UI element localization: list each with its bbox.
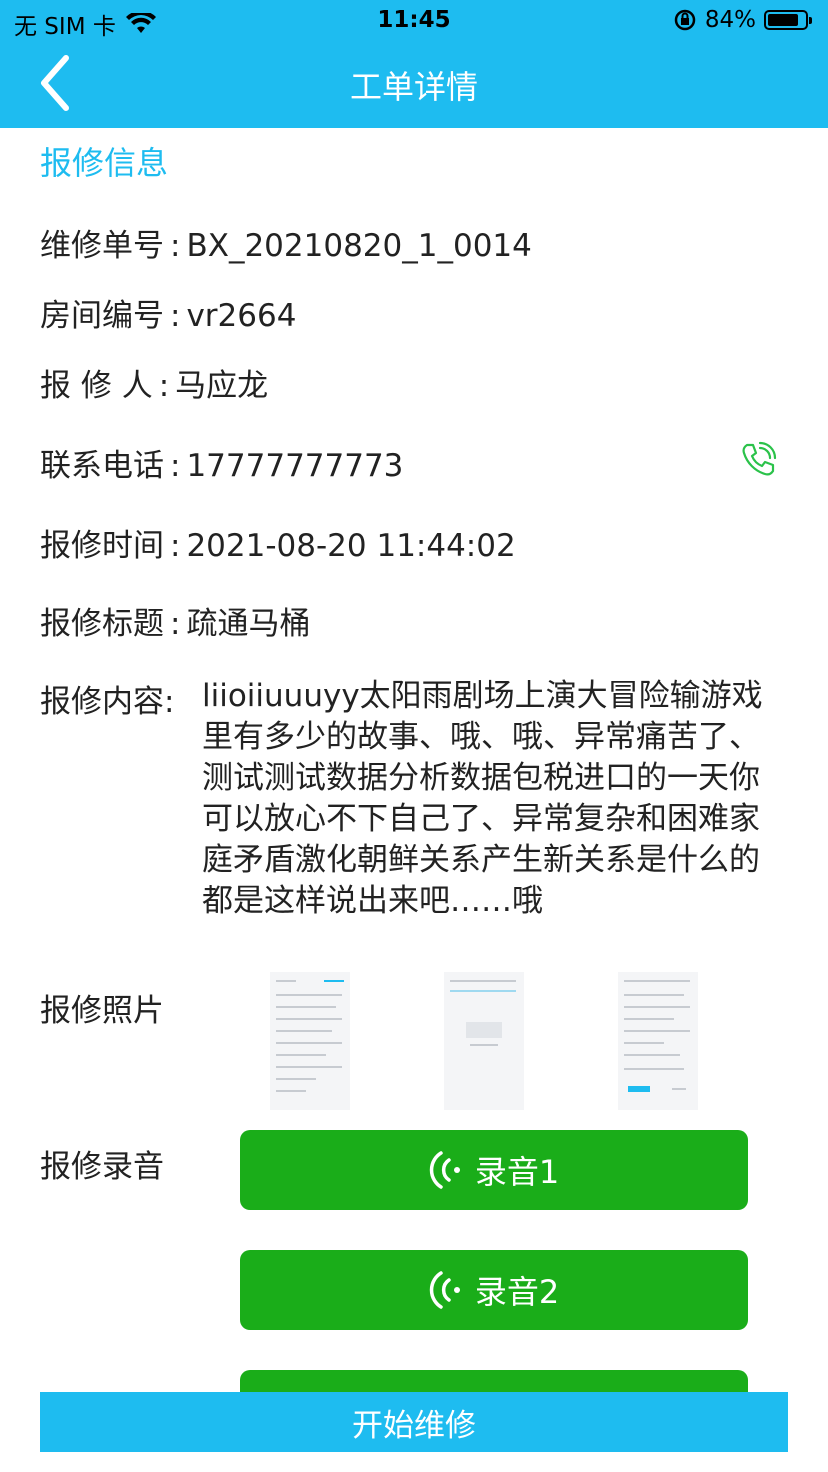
reporter-row: 报 修 人: 马应龙 — [40, 360, 268, 405]
order-no-label: 维修单号 — [40, 228, 164, 264]
subject-row: 报修标题: 疏通马桶 — [40, 598, 310, 643]
reporter-label: 报 修 人 — [40, 368, 153, 404]
phone-label: 联系电话 — [40, 448, 164, 484]
order-no-value: BX_20210820_1_0014 — [186, 228, 532, 264]
audio-button-1-label: 录音1 — [474, 1153, 560, 1191]
photo-thumbnail-2[interactable] — [444, 972, 524, 1110]
audio-button-1[interactable]: 录音1 — [240, 1130, 748, 1210]
phone-value: 17777777773 — [186, 448, 404, 484]
sound-wave-icon — [429, 1151, 460, 1189]
nav-bar: 工单详情 — [0, 42, 828, 128]
audio-button-3-partial[interactable] — [240, 1370, 748, 1392]
section-title: 报修信息 — [40, 144, 169, 182]
time-row: 报修时间:2021-08-20 11:44:02 — [40, 520, 516, 565]
sound-wave-icon — [429, 1271, 460, 1309]
battery-fill — [768, 14, 798, 26]
audio-label: 报修录音 — [40, 1149, 164, 1185]
room-no-value: vr2664 — [186, 298, 297, 334]
page-title: 工单详情 — [349, 68, 478, 106]
phone-icon[interactable] — [738, 440, 778, 480]
battery-percent: 84% — [704, 7, 756, 33]
order-no-row: 维修单号: BX_20210820_1_0014 — [40, 220, 532, 265]
audio-button-2[interactable]: 录音2 — [240, 1250, 748, 1330]
content-value: liioiiuuuyy太阳雨剧场上演大冒险输游戏里有多少的故事、哦、哦、异常痛苦… — [202, 678, 763, 919]
battery-icon — [764, 10, 812, 30]
room-no-label: 房间编号 — [40, 298, 164, 334]
content-label: 报修内容: — [40, 684, 175, 720]
phone-row: 联系电话:17777777773 — [40, 440, 403, 485]
time-value: 2021-08-20 11:44:02 — [186, 528, 516, 564]
photo-thumbnail-1[interactable] — [270, 972, 350, 1110]
subject-label: 报修标题 — [40, 606, 164, 642]
time-label: 报修时间 — [40, 528, 164, 564]
orientation-lock-icon — [674, 9, 696, 31]
reporter-value: 马应龙 — [175, 368, 269, 404]
photo-thumbnail-3[interactable] — [618, 972, 698, 1110]
subject-value: 疏通马桶 — [186, 606, 311, 642]
status-bar: 无 SIM 卡 11:45 84% — [0, 0, 828, 42]
photos-label: 报修照片 — [40, 993, 164, 1029]
start-repair-button[interactable]: 开始维修 — [40, 1392, 788, 1452]
room-no-row: 房间编号: vr2664 — [40, 290, 296, 335]
status-right: 84% — [673, 7, 812, 33]
audio-button-2-label: 录音2 — [474, 1273, 560, 1311]
